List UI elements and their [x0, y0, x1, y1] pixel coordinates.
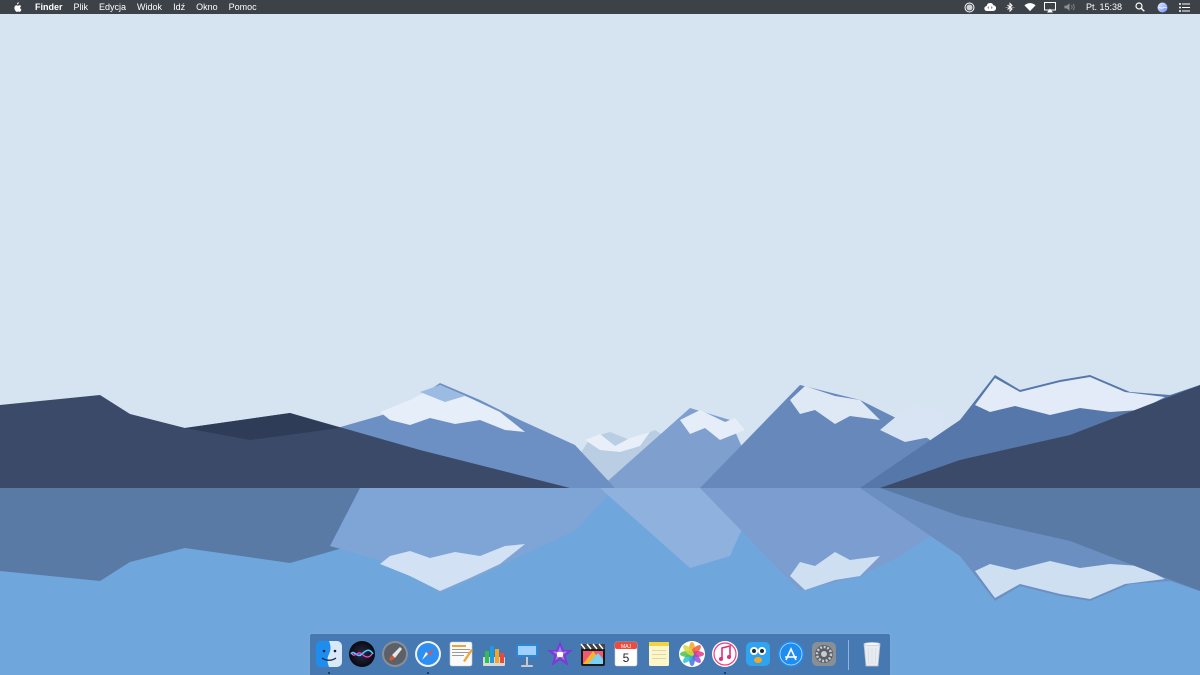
pages-icon — [449, 641, 473, 667]
dock-item-itunes[interactable] — [710, 639, 740, 674]
dock-item-tweetbot[interactable] — [743, 639, 773, 671]
apple-logo-icon[interactable] — [10, 1, 24, 13]
dock-separator — [848, 640, 849, 670]
siri-icon — [349, 641, 375, 667]
keynote-icon — [516, 644, 538, 667]
dock-item-numbers[interactable] — [479, 639, 509, 671]
menu-plik[interactable]: Plik — [68, 0, 94, 14]
calendar-icon: MAJ 5 — [614, 641, 638, 667]
menu-app-finder[interactable]: Finder — [33, 0, 68, 14]
itunes-icon — [712, 641, 738, 667]
volume-icon[interactable] — [1064, 1, 1076, 13]
dock-item-siri[interactable] — [347, 639, 377, 671]
menu-widok[interactable]: Widok — [132, 0, 168, 14]
creative-cloud-icon[interactable] — [984, 1, 996, 13]
dock-item-calendar[interactable]: MAJ 5 — [611, 639, 641, 671]
menu-okno[interactable]: Okno — [191, 0, 224, 14]
menu-edycja[interactable]: Edycja — [94, 0, 132, 14]
menubar-clock[interactable]: Pt. 15:38 — [1080, 0, 1128, 14]
bluetooth-icon[interactable] — [1004, 1, 1016, 13]
running-indicator — [427, 672, 429, 674]
photos-icon — [679, 641, 705, 667]
wifi-icon[interactable] — [1024, 1, 1036, 13]
dock-item-safari[interactable] — [413, 639, 443, 674]
menu-pomoc[interactable]: Pomoc — [223, 0, 262, 14]
record-icon[interactable] — [964, 1, 976, 13]
notification-center-icon[interactable] — [1178, 1, 1190, 13]
dock-item-app-store[interactable] — [776, 639, 806, 671]
siri-icon[interactable] — [1156, 1, 1168, 13]
spotlight-search-icon[interactable] — [1134, 1, 1146, 13]
app-store-icon — [778, 641, 804, 667]
notes-icon — [649, 642, 669, 666]
dock-item-keynote[interactable] — [512, 639, 542, 671]
finder-icon — [316, 641, 342, 667]
system-preferences-icon — [812, 642, 836, 666]
airplay-icon[interactable] — [1043, 1, 1056, 13]
dock-item-final-cut-pro[interactable] — [578, 639, 608, 671]
dock-item-pages[interactable] — [446, 639, 476, 671]
desktop-wallpaper — [0, 0, 1200, 675]
launchpad-icon — [382, 641, 408, 667]
dock: MAJ 5 — [309, 633, 891, 675]
calendar-day: 5 — [623, 651, 630, 665]
imovie-icon — [547, 641, 573, 666]
numbers-icon — [483, 646, 505, 666]
dock-item-notes[interactable] — [644, 639, 674, 671]
safari-icon — [415, 641, 441, 667]
menu-bar: Finder Plik Edycja Widok Idź Okno Pomoc … — [0, 0, 1200, 14]
dock-item-launchpad[interactable] — [380, 639, 410, 671]
trash-icon — [863, 642, 881, 667]
tweetbot-icon — [746, 642, 770, 666]
running-indicator — [328, 672, 330, 674]
dock-item-photos[interactable] — [677, 639, 707, 671]
dock-item-finder[interactable] — [314, 639, 344, 674]
calendar-month: MAJ — [621, 644, 632, 650]
final-cut-pro-icon — [580, 643, 605, 666]
dock-item-imovie[interactable] — [545, 639, 575, 671]
dock-item-system-preferences[interactable] — [809, 639, 839, 671]
dock-item-trash[interactable] — [857, 639, 887, 671]
menu-idz[interactable]: Idź — [168, 0, 191, 14]
running-indicator — [724, 672, 726, 674]
